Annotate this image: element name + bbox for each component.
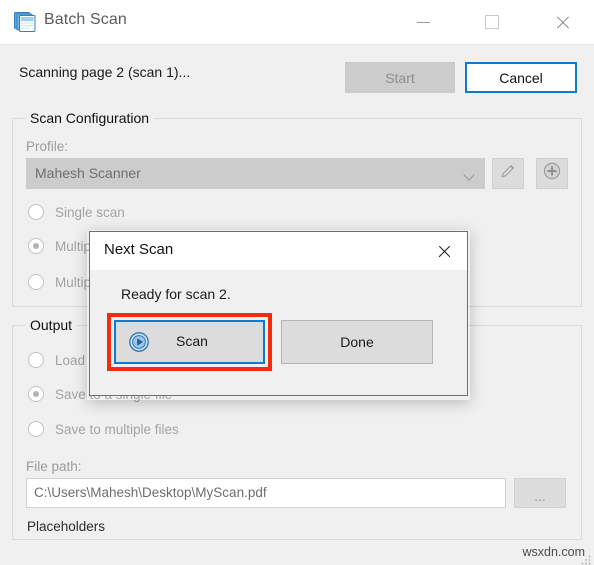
close-icon — [555, 15, 570, 30]
radio-indicator — [28, 204, 44, 220]
pencil-icon — [499, 162, 517, 185]
placeholders-link[interactable]: Placeholders — [27, 519, 105, 534]
scan-button[interactable]: Scan — [114, 320, 265, 364]
profile-select-value: Mahesh Scanner — [35, 165, 141, 181]
scan-status-text: Scanning page 2 (scan 1)... — [19, 64, 191, 80]
edit-profile-button[interactable] — [492, 158, 524, 189]
window-title: Batch Scan — [44, 11, 127, 28]
dialog-close-button[interactable] — [421, 232, 467, 270]
close-icon — [437, 244, 451, 258]
output-title: Output — [25, 317, 78, 333]
dialog-title: Next Scan — [104, 241, 174, 258]
radio-save-multiple-files[interactable]: Save to multiple files — [28, 421, 179, 437]
radio-save-multiple-files-label: Save to multiple files — [55, 421, 179, 437]
file-path-label: File path: — [26, 459, 82, 474]
start-button[interactable]: Start — [345, 62, 455, 93]
resize-grip[interactable] — [581, 552, 591, 565]
plus-circle-icon — [542, 161, 562, 186]
radio-indicator — [28, 352, 44, 368]
maximize-icon — [485, 15, 499, 29]
done-button[interactable]: Done — [281, 320, 433, 364]
dialog-titlebar: Next Scan — [90, 232, 467, 270]
add-profile-button[interactable] — [536, 158, 568, 189]
window-titlebar: Batch Scan — [0, 0, 594, 45]
watermark: wsxdn.com — [522, 545, 585, 559]
minimize-icon — [416, 21, 430, 23]
radio-indicator — [28, 421, 44, 437]
radio-single-scan-label: Single scan — [55, 204, 125, 220]
file-path-value: C:\Users\Mahesh\Desktop\MyScan.pdf — [34, 485, 267, 500]
radio-indicator — [28, 238, 44, 254]
chevron-down-icon — [465, 171, 474, 180]
play-circle-icon — [128, 331, 150, 353]
radio-single-scan[interactable]: Single scan — [28, 204, 125, 220]
batch-scan-window: Batch Scan Scanning page 2 (scan 1)... S… — [0, 0, 594, 565]
file-path-input[interactable]: C:\Users\Mahesh\Desktop\MyScan.pdf — [26, 478, 506, 508]
stacked-pages-icon — [13, 10, 37, 34]
minimize-button[interactable] — [400, 0, 446, 44]
scan-configuration-title: Scan Configuration — [25, 110, 155, 126]
profile-label: Profile: — [26, 139, 69, 154]
close-button[interactable] — [539, 0, 585, 44]
profile-select[interactable]: Mahesh Scanner — [26, 158, 485, 189]
dialog-message: Ready for scan 2. — [121, 286, 231, 302]
browse-button[interactable]: ... — [514, 478, 566, 508]
maximize-button[interactable] — [469, 0, 515, 44]
scan-button-label: Scan — [176, 333, 208, 349]
radio-indicator — [28, 274, 44, 290]
cancel-button[interactable]: Cancel — [465, 62, 577, 93]
radio-indicator — [28, 386, 44, 402]
